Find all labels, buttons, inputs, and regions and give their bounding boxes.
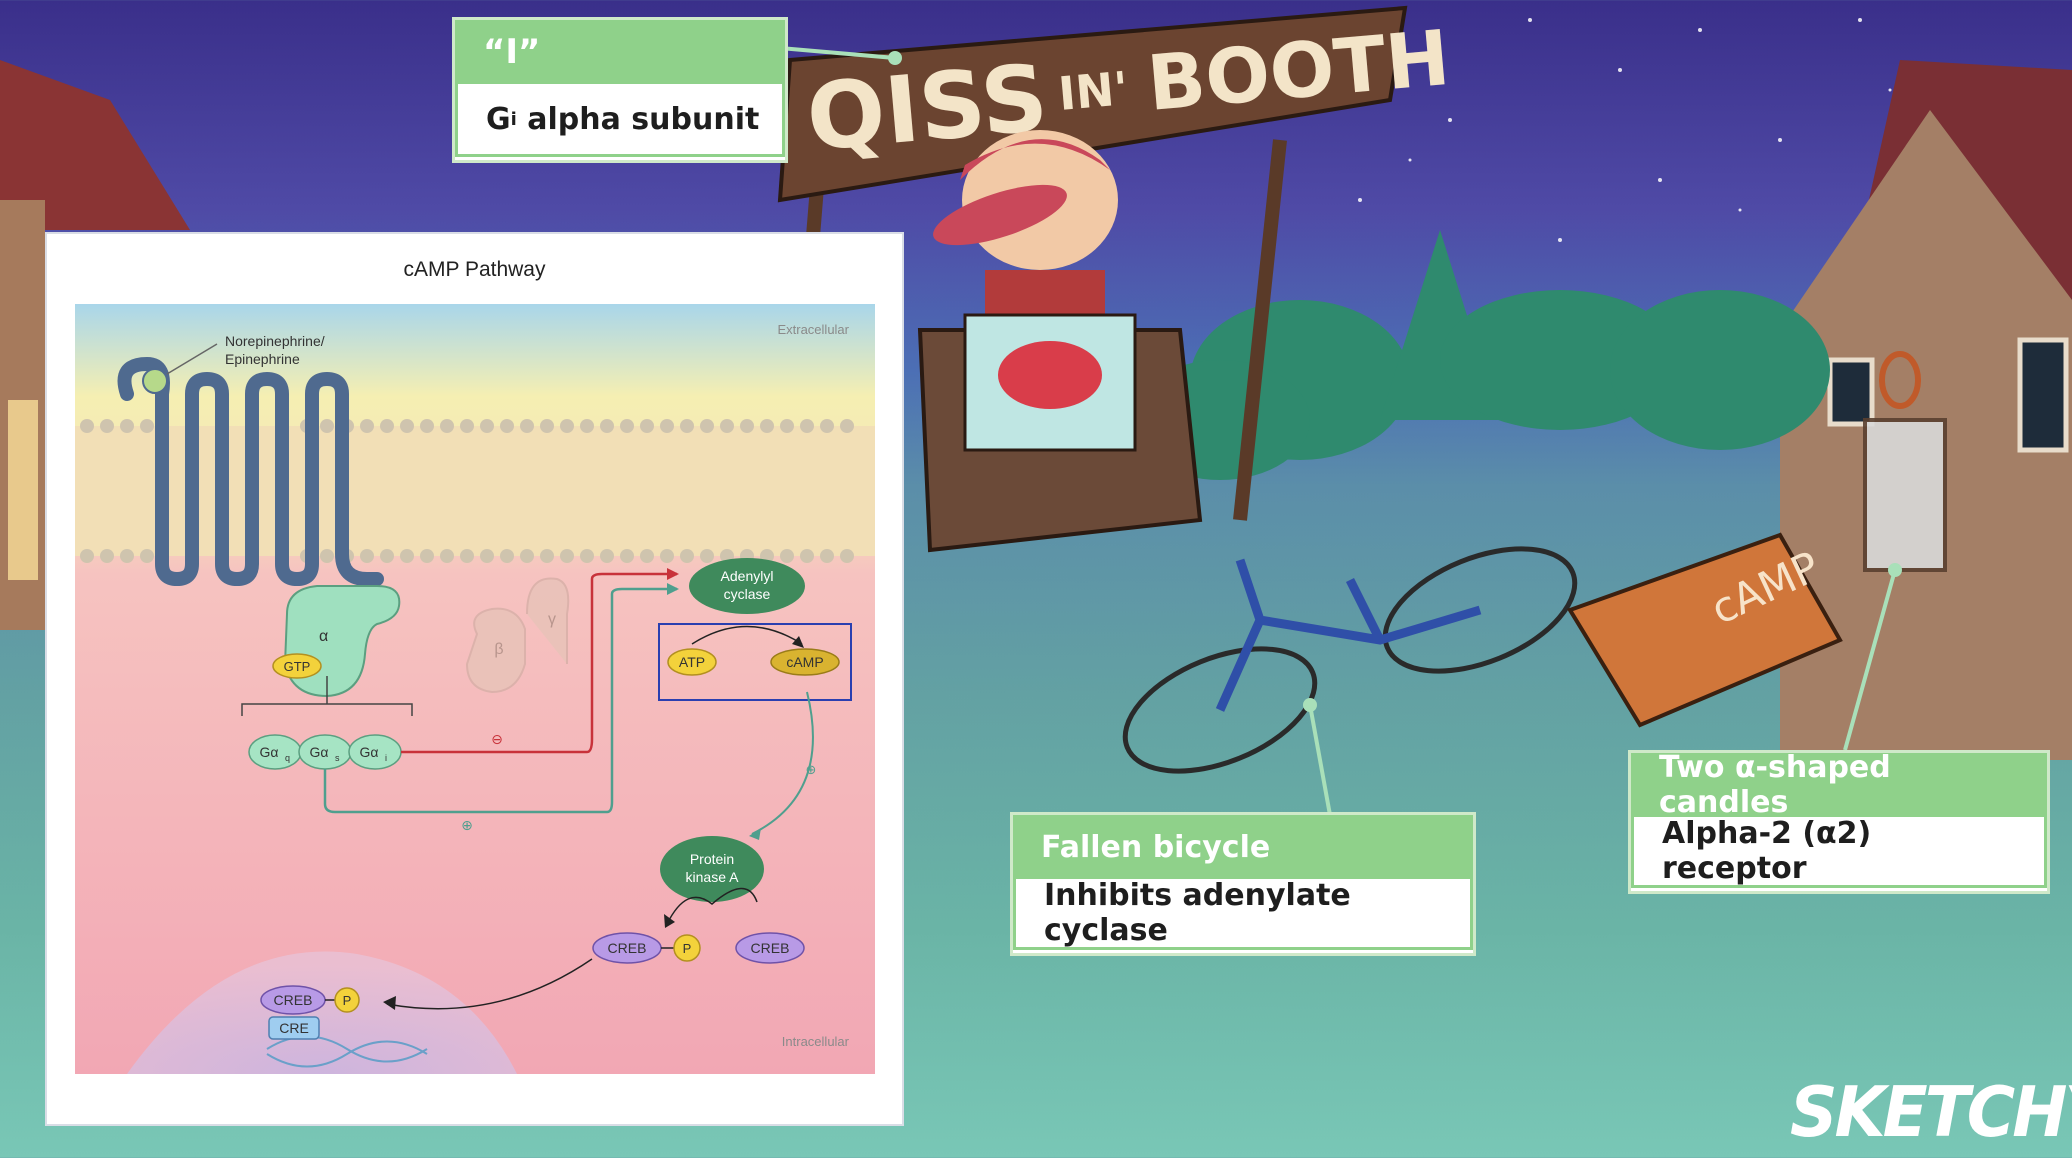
extracellular-label: Extracellular — [777, 322, 849, 337]
trees — [1130, 230, 1830, 480]
creb-label-2: CREB — [751, 940, 790, 956]
camp-pathway-panel: cAMP Pathway Extracellular Intracellular… — [45, 232, 904, 1126]
callout-candles: Two α-shaped candles Alpha-2 (α2) recept… — [1628, 750, 2050, 894]
creb-label-3: CREB — [274, 992, 313, 1008]
callout-bicycle-head: Fallen bicycle — [1013, 815, 1473, 879]
adenylyl-label-2: cyclase — [724, 586, 771, 602]
gi-body-prefix: G — [486, 101, 511, 137]
pka-label-2: kinase A — [686, 869, 740, 885]
beta-label: β — [494, 641, 503, 658]
ga-q: Gα q — [248, 734, 302, 770]
ligand-molecule — [142, 368, 168, 394]
svg-text:i: i — [385, 753, 387, 763]
callout-bicycle-body: Inhibits adenylate cyclase — [1013, 878, 1473, 950]
svg-text:Gα: Gα — [360, 744, 379, 760]
intracellular-label: Intracellular — [782, 1034, 850, 1049]
ga-s: Gα s — [298, 734, 352, 770]
inhibit-sign: ⊖ — [491, 732, 503, 748]
callout-gi-body: Gi alpha subunit — [455, 84, 785, 157]
p-label-2: P — [343, 993, 352, 1008]
callout-candles-body: Alpha-2 (α2) receptor — [1631, 816, 2047, 888]
cre-label: CRE — [279, 1020, 309, 1036]
svg-text:q: q — [285, 753, 290, 763]
callout-gi-head: “I” — [455, 20, 785, 84]
gtp-label: GTP — [284, 659, 311, 674]
gi-body-rest: alpha subunit — [516, 101, 760, 137]
svg-text:s: s — [335, 753, 340, 763]
booth-counter — [917, 313, 1203, 553]
callout-candles-head: Two α-shaped candles — [1631, 750, 2047, 820]
callout-bicycle: Fallen bicycle Inhibits adenylate cyclas… — [1010, 812, 1476, 956]
sketchy-logo: SKETCHY — [1790, 1072, 2072, 1153]
camp-pathway-diagram: Extracellular Intracellular Norepinephri… — [75, 304, 875, 1074]
p-label-1: P — [683, 941, 692, 956]
alpha-label: α — [319, 628, 328, 645]
ga-i: Gα i — [348, 734, 402, 770]
sign-text-small: IN' — [1056, 61, 1130, 121]
creb-label-1: CREB — [608, 940, 647, 956]
ligand-label-line2: Epinephrine — [225, 351, 300, 367]
gamma-label: γ — [548, 611, 556, 628]
callout-gi-alpha: “I” Gi alpha subunit — [452, 17, 788, 163]
activate-sign-1: ⊕ — [461, 818, 473, 834]
gpcr-receptor — [117, 356, 384, 587]
atp-label: ATP — [679, 654, 705, 670]
ligand-label-line1: Norepinephrine/ — [225, 333, 325, 349]
svg-text:Gα: Gα — [310, 744, 329, 760]
adenylyl-label-1: Adenylyl — [721, 568, 774, 584]
bicycle — [1122, 546, 1578, 774]
right-house — [1780, 60, 2072, 760]
camp-label: cAMP — [786, 654, 823, 670]
svg-text:Gα: Gα — [260, 744, 279, 760]
pka-label-1: Protein — [690, 851, 734, 867]
activate-sign-2: ⊕ — [806, 763, 817, 778]
